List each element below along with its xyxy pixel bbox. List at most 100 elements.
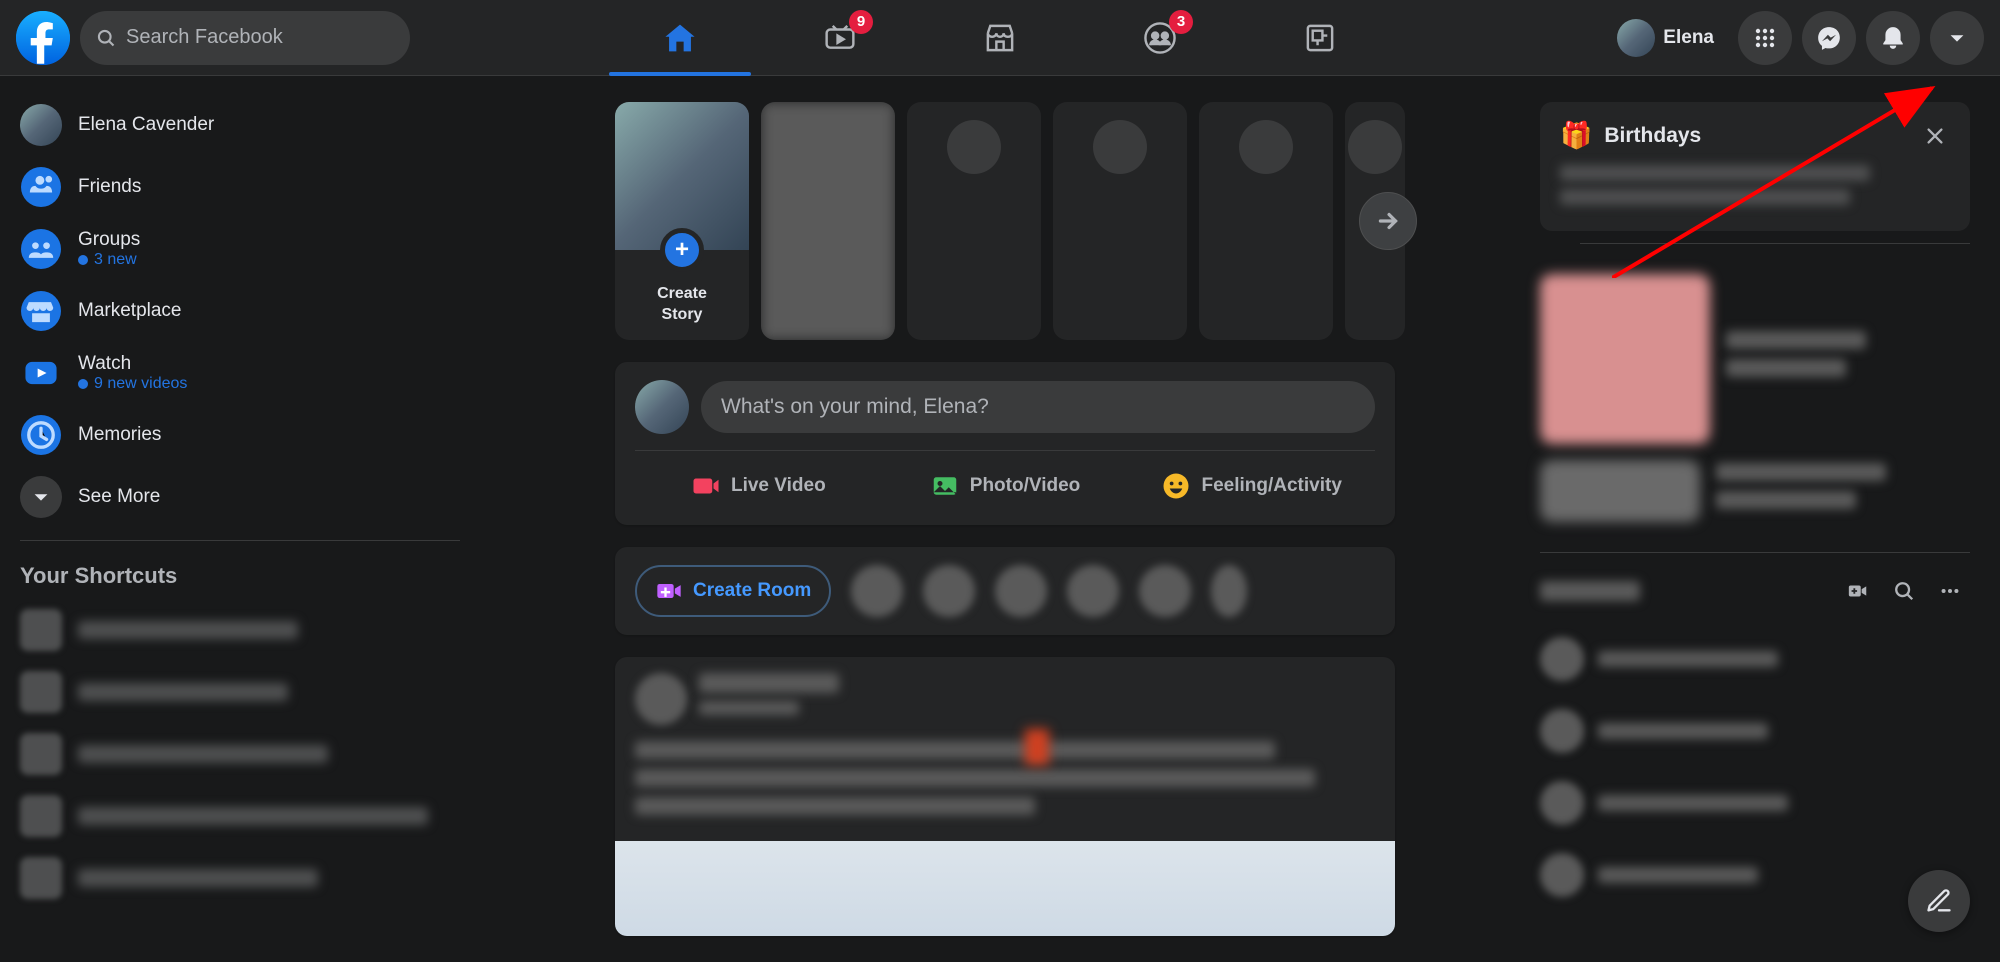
marketplace-icon (983, 21, 1017, 55)
close-icon (1924, 125, 1946, 147)
contact-avatar (1540, 781, 1584, 825)
marketplace-icon (20, 290, 62, 332)
contact-item[interactable] (1540, 845, 1970, 905)
photo-video-button[interactable]: Photo/Video (882, 459, 1129, 513)
stories-next-button[interactable] (1359, 192, 1417, 250)
plus-icon: + (660, 228, 704, 272)
profile-chip[interactable]: Elena (1611, 13, 1728, 63)
shortcut-item[interactable] (10, 599, 470, 661)
create-story-card[interactable]: + Create Story (615, 102, 749, 340)
new-room-button[interactable] (1838, 571, 1878, 611)
story-placeholder[interactable] (1199, 102, 1333, 340)
create-room-button[interactable]: Create Room (635, 565, 831, 617)
room-avatar[interactable] (995, 565, 1047, 617)
sidebar-item-watch[interactable]: Watch 9 new videos (10, 342, 470, 404)
sidebar-item-marketplace[interactable]: Marketplace (10, 280, 470, 342)
facebook-logo[interactable] (16, 11, 70, 65)
notifications-button[interactable] (1866, 11, 1920, 65)
shortcut-text (78, 745, 328, 763)
dots-icon (1939, 580, 1961, 602)
header-left (16, 11, 410, 65)
birthdays-card: 🎁 Birthdays (1540, 102, 1970, 231)
post-avatar[interactable] (635, 673, 687, 725)
birthdays-title: Birthdays (1604, 124, 1908, 148)
header-right: Elena (1611, 11, 1984, 65)
friends-icon (20, 166, 62, 208)
composer-avatar[interactable] (635, 380, 689, 434)
nav-gaming[interactable] (1245, 0, 1395, 76)
composer-actions: Live Video Photo/Video Feeling/Activity (635, 459, 1375, 513)
sponsored-item[interactable] (1540, 452, 1970, 530)
room-avatar[interactable] (1139, 565, 1191, 617)
account-button[interactable] (1930, 11, 1984, 65)
live-video-button[interactable]: Live Video (635, 459, 882, 513)
nav-watch[interactable]: 9 (765, 0, 915, 76)
nav-marketplace[interactable] (925, 0, 1075, 76)
story-blur (761, 102, 895, 340)
contacts-header (1540, 565, 1970, 617)
composer-divider (635, 450, 1375, 451)
search-input[interactable] (126, 26, 394, 49)
contact-avatar (1540, 637, 1584, 681)
shortcut-item[interactable] (10, 785, 470, 847)
messenger-button[interactable] (1802, 11, 1856, 65)
story-placeholder[interactable] (1053, 102, 1187, 340)
sidebar-item-memories[interactable]: Memories (10, 404, 470, 466)
sidebar-label: Groups (78, 229, 140, 251)
shortcut-thumb (20, 795, 62, 837)
photo-icon (930, 471, 960, 501)
shortcut-item[interactable] (10, 847, 470, 909)
story-card[interactable] (761, 102, 895, 340)
new-message-button[interactable] (1908, 870, 1970, 932)
search-contacts-button[interactable] (1884, 571, 1924, 611)
search-bar[interactable] (80, 11, 410, 65)
sidebar-item-groups[interactable]: Groups 3 new (10, 218, 470, 280)
post-image[interactable] (615, 841, 1395, 936)
contacts-title (1540, 581, 1640, 601)
contacts-options-button[interactable] (1930, 571, 1970, 611)
sidebar-label: Marketplace (78, 300, 182, 322)
sponsored-item[interactable] (1540, 266, 1970, 452)
birthday-text[interactable] (1560, 165, 1870, 181)
contact-item[interactable] (1540, 701, 1970, 761)
create-room-label: Create Room (693, 580, 811, 602)
birthday-text[interactable] (1560, 189, 1850, 205)
story-placeholder[interactable] (907, 102, 1041, 340)
smiley-icon (1161, 471, 1191, 501)
photo-video-label: Photo/Video (970, 475, 1080, 497)
post-author[interactable] (699, 673, 839, 693)
contact-item[interactable] (1540, 629, 1970, 689)
sidebar-item-friends[interactable]: Friends (10, 156, 470, 218)
nav-home[interactable] (605, 0, 755, 76)
contact-name (1598, 795, 1788, 811)
sponsored-line (1726, 331, 1866, 349)
sidebar-sublabel: 9 new videos (78, 375, 187, 393)
shortcut-item[interactable] (10, 723, 470, 785)
composer-input[interactable]: What's on your mind, Elena? (701, 381, 1375, 433)
menu-button[interactable] (1738, 11, 1792, 65)
room-avatar[interactable] (1067, 565, 1119, 617)
sidebar-item-see-more[interactable]: See More (10, 466, 470, 528)
nav-groups[interactable]: 3 (1085, 0, 1235, 76)
caret-down-icon (1946, 27, 1968, 49)
sidebar-sublabel: 3 new (78, 251, 140, 269)
gaming-icon (1303, 21, 1337, 55)
post-header (615, 657, 1395, 741)
gift-icon: 🎁 (1560, 120, 1592, 151)
shortcut-item[interactable] (10, 661, 470, 723)
story-avatar-placeholder (947, 120, 1001, 174)
groups-icon (20, 228, 62, 270)
close-button[interactable] (1920, 121, 1950, 151)
right-divider (1540, 552, 1970, 553)
sponsored-line (1726, 359, 1846, 377)
room-avatar[interactable] (1211, 565, 1247, 617)
home-icon (663, 21, 697, 55)
sidebar-item-profile[interactable]: Elena Cavender (10, 94, 470, 156)
contact-item[interactable] (1540, 773, 1970, 833)
room-avatar[interactable] (851, 565, 903, 617)
feeling-activity-button[interactable]: Feeling/Activity (1128, 459, 1375, 513)
live-video-label: Live Video (731, 475, 826, 497)
rooms-bar: Create Room (615, 547, 1395, 635)
room-avatar[interactable] (923, 565, 975, 617)
groups-badge: 3 (1169, 10, 1193, 34)
